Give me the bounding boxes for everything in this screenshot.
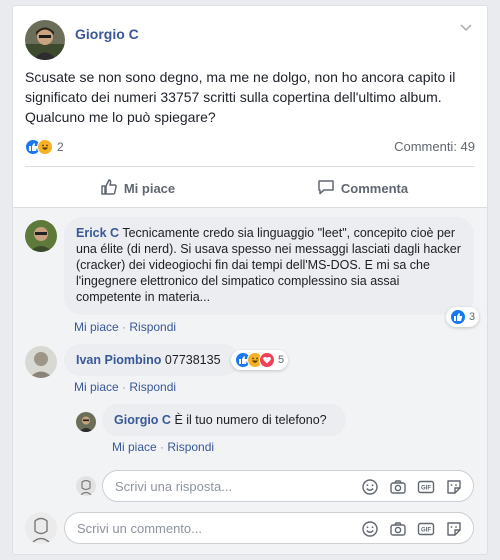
reply-bubble: Giorgio C È il tuo numero di telefono? bbox=[102, 404, 346, 436]
post-author-name[interactable]: Giorgio C bbox=[75, 26, 139, 42]
comment-author[interactable]: Erick C bbox=[76, 226, 119, 240]
post-card: Giorgio C Scusate se non sono degno, ma … bbox=[12, 5, 488, 555]
separator-dot: · bbox=[122, 320, 127, 334]
current-user-avatar bbox=[25, 512, 57, 544]
comment-button[interactable]: Commenta bbox=[250, 170, 475, 206]
author-avatar[interactable] bbox=[25, 20, 65, 60]
gif-icon[interactable]: GIF bbox=[417, 478, 435, 496]
like-reaction-icon bbox=[450, 309, 466, 325]
emoji-icon[interactable] bbox=[361, 520, 379, 538]
post-text: Scusate se non sono degno, ma me ne dolg… bbox=[25, 69, 456, 125]
divider bbox=[25, 166, 475, 167]
comment-meta: Mi piace · Rispondi bbox=[74, 320, 176, 334]
comment-like-link[interactable]: Mi piace bbox=[74, 320, 119, 334]
post-reactions[interactable]: 2 bbox=[25, 139, 64, 155]
comment-author[interactable]: Ivan Piombino bbox=[76, 353, 161, 367]
love-reaction-icon bbox=[259, 352, 275, 368]
commenter-avatar[interactable] bbox=[25, 220, 57, 252]
comment-meta: Mi piace · Rispondi bbox=[74, 380, 176, 394]
camera-icon[interactable] bbox=[389, 520, 407, 538]
comments-count[interactable]: Commenti: 49 bbox=[394, 139, 475, 154]
haha-reaction-icon bbox=[37, 139, 53, 155]
gif-icon[interactable]: GIF bbox=[417, 520, 435, 538]
like-button[interactable]: Mi piace bbox=[25, 170, 250, 206]
comment-reaction-count: 5 bbox=[278, 354, 285, 366]
comment-text: 07738135 bbox=[164, 353, 221, 367]
svg-text:GIF: GIF bbox=[421, 528, 431, 534]
comment-bubble-icon bbox=[317, 178, 335, 199]
comment-reply-link[interactable]: Rispondi bbox=[129, 380, 176, 394]
post-stats: 2 Commenti: 49 bbox=[25, 137, 475, 157]
reply-meta: Mi piace · Rispondi bbox=[112, 440, 214, 454]
reply-reply-link[interactable]: Rispondi bbox=[167, 440, 214, 454]
reply-like-link[interactable]: Mi piace bbox=[112, 440, 157, 454]
like-button-label: Mi piace bbox=[123, 180, 176, 196]
comment-reactions[interactable]: 3 bbox=[446, 307, 480, 327]
reply-input-placeholder: Scrivi una risposta... bbox=[115, 478, 233, 494]
reply-author-avatar[interactable] bbox=[76, 412, 96, 432]
comment-like-link[interactable]: Mi piace bbox=[74, 380, 119, 394]
emoji-icon[interactable] bbox=[361, 478, 379, 496]
comment-bubble: Ivan Piombino 07738135 bbox=[64, 344, 239, 376]
reply-input[interactable]: Scrivi una risposta... GIF bbox=[102, 470, 474, 502]
reply-author[interactable]: Giorgio C bbox=[114, 413, 171, 427]
comment-reactions[interactable]: 5 bbox=[231, 350, 289, 370]
separator-dot: · bbox=[160, 440, 165, 454]
current-user-avatar bbox=[76, 476, 96, 496]
reaction-count: 2 bbox=[57, 140, 64, 154]
sticker-icon[interactable] bbox=[445, 478, 463, 496]
comment-input-placeholder: Scrivi un commento... bbox=[77, 520, 202, 536]
camera-icon[interactable] bbox=[389, 478, 407, 496]
comment-bubble: Erick C Tecnicamente credo sia linguaggi… bbox=[64, 217, 474, 315]
comment-reaction-count: 3 bbox=[469, 311, 476, 323]
input-tools: GIF bbox=[361, 478, 463, 496]
reply-text: È il tuo numero di telefono? bbox=[174, 413, 327, 427]
input-tools: GIF bbox=[361, 520, 463, 538]
post-header: Giorgio C bbox=[25, 18, 475, 62]
thumbs-up-icon bbox=[100, 178, 118, 199]
comment-reply-link[interactable]: Rispondi bbox=[129, 320, 176, 334]
svg-text:GIF: GIF bbox=[421, 486, 431, 492]
comment-button-label: Commenta bbox=[340, 180, 409, 196]
comment-input[interactable]: Scrivi un commento... GIF bbox=[64, 512, 474, 544]
commenter-avatar[interactable] bbox=[25, 346, 57, 378]
comment-text: Tecnicamente credo sia linguaggio "leet"… bbox=[76, 226, 461, 304]
separator-dot: · bbox=[122, 380, 127, 394]
chevron-down-icon[interactable] bbox=[459, 20, 473, 34]
sticker-icon[interactable] bbox=[445, 520, 463, 538]
comments-section: Erick C Tecnicamente credo sia linguaggi… bbox=[13, 207, 487, 554]
post-actions: Mi piace Commenta bbox=[25, 170, 475, 206]
